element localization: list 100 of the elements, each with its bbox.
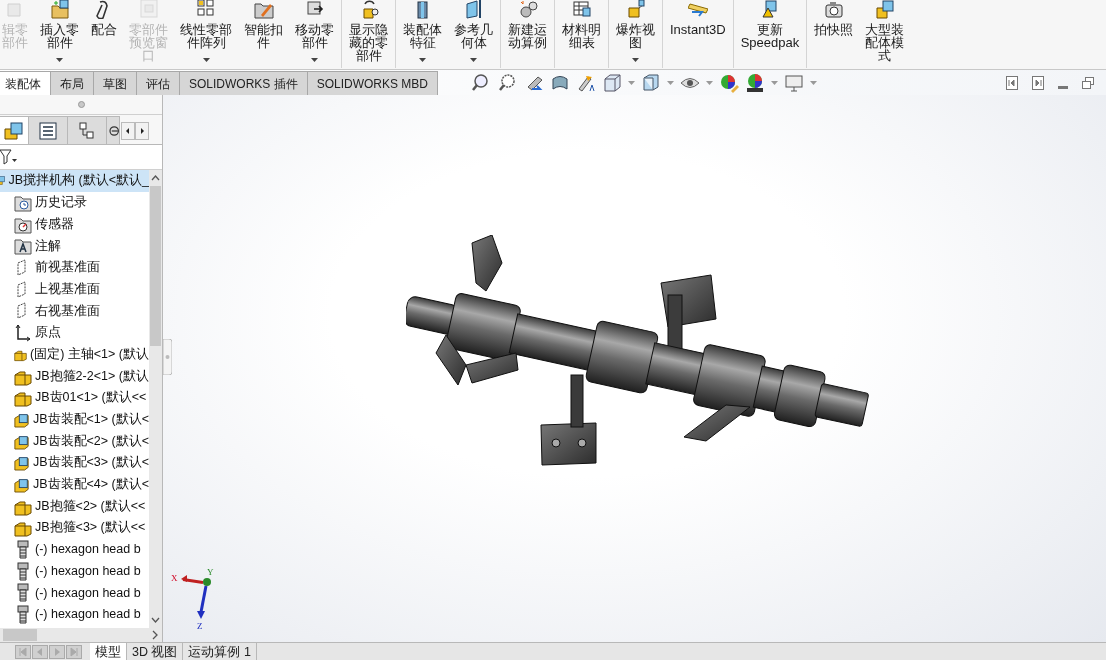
tree-item[interactable]: 传感器 [0, 213, 149, 236]
left-panel-icon[interactable] [1006, 76, 1018, 90]
toolbar-button[interactable]: 参考几 何体 [448, 0, 499, 70]
scroll-right-icon[interactable] [135, 122, 149, 140]
toolbar-button[interactable]: 显示隐 藏的零 部件 [343, 0, 394, 70]
restore-icon[interactable] [1082, 77, 1094, 89]
gears-icon [517, 0, 538, 19]
toolbar-button[interactable]: 装配体 特征 [397, 0, 448, 70]
tree-item[interactable]: (固定) 主轴<1> (默认 [0, 343, 149, 366]
command-tab[interactable]: SOLIDWORKS MBD [306, 71, 439, 95]
view-orientation-icon[interactable] [602, 73, 623, 93]
tree-item[interactable]: JB齿装配<4> (默认< [0, 473, 149, 496]
tree-label: (-) hexagon head b [35, 584, 141, 602]
tree-label: JB抱箍2-2<1> (默认 [35, 367, 149, 385]
command-tab[interactable]: SOLIDWORKS 插件 [179, 71, 308, 95]
tree-label: JB抱箍<3> (默认<< [35, 519, 146, 537]
tree-item[interactable]: (-) hexagon head b [0, 538, 149, 561]
tree-label: 历史记录 [35, 194, 87, 212]
toolbar-button[interactable]: 爆炸视 图 [610, 0, 661, 70]
tree-label: (固定) 主轴<1> (默认 [30, 345, 149, 363]
property-list-icon[interactable] [38, 120, 58, 141]
scrollbar-thumb[interactable] [3, 629, 37, 641]
toolbar-button[interactable]: 智能扣 件 [238, 0, 289, 70]
horizontal-scrollbar[interactable] [0, 628, 162, 642]
toolbar-button[interactable]: 插入零 部件 [34, 0, 85, 70]
tree-item[interactable]: (-) hexagon head b [0, 560, 149, 583]
bolt-icon [14, 561, 32, 581]
folder-icon [49, 0, 70, 19]
caret-icon[interactable] [202, 58, 210, 62]
configuration-icon[interactable] [77, 120, 97, 141]
vertical-scrollbar[interactable] [149, 170, 162, 628]
bolt-icon [14, 583, 32, 603]
bolt-icon [14, 605, 32, 625]
exploded-view-icon [625, 0, 646, 19]
tree-item[interactable]: JB齿装配<3> (默认< [0, 451, 149, 474]
tree-label: JB齿装配<3> (默认< [32, 454, 149, 472]
display-style-icon[interactable] [641, 73, 662, 93]
tree-label: JB齿装配<4> (默认< [32, 476, 149, 494]
scene-icon[interactable] [745, 73, 766, 93]
caret-icon[interactable] [632, 58, 639, 62]
tree-item[interactable]: (-) hexagon head b [0, 582, 149, 604]
tree-item[interactable]: 右视基准面 [0, 300, 149, 322]
tree-label: 传感器 [35, 215, 74, 233]
command-tab[interactable]: 草图 [93, 71, 137, 95]
tree-label: (-) hexagon head b [35, 606, 141, 624]
caret-icon[interactable] [56, 58, 63, 62]
scrollbar-thumb[interactable] [150, 186, 161, 346]
scroll-left-icon[interactable] [121, 122, 135, 140]
assembly-tree-icon[interactable] [4, 120, 24, 141]
toolbar-button[interactable]: 拍快照 [808, 0, 860, 70]
toolbar-button[interactable]: 配合 [85, 0, 123, 70]
tree-item[interactable]: JB齿装配<2> (默认< [0, 430, 149, 452]
tree-item[interactable]: 上视基准面 [0, 278, 149, 301]
section-view-icon[interactable] [550, 73, 571, 93]
toolbar-button[interactable]: 移动零 部件 [289, 0, 340, 70]
tree-item[interactable]: JB齿01<1> (默认<< [0, 386, 149, 409]
annotation-view-icon[interactable] [576, 73, 597, 93]
right-panel-icon[interactable] [1032, 76, 1044, 90]
toolbar-button[interactable]: 新建运 动算例 [502, 0, 553, 70]
tree-label: (-) hexagon head b [35, 562, 141, 580]
caret-icon[interactable] [470, 58, 477, 62]
toolbar-button[interactable]: 材料明 细表 [556, 0, 607, 70]
tree-item[interactable]: JB搅拌机构 (默认<默认_ [0, 170, 149, 192]
panel-grip-icon[interactable] [77, 101, 85, 108]
reference-geometry-icon [463, 0, 484, 19]
toolbar-button[interactable]: 大型装 配体模 式 [859, 0, 911, 70]
tree-item[interactable]: JB抱箍2-2<1> (默认 [0, 365, 149, 387]
filter-icon[interactable] [0, 149, 18, 165]
caret-icon[interactable] [419, 58, 426, 62]
folder-clock-icon [14, 193, 32, 213]
ruler-arrow-icon [687, 0, 708, 19]
tree-label: JB抱箍<2> (默认<< [35, 497, 146, 515]
warning-cube-icon [759, 0, 780, 19]
toolbar-button[interactable]: Instant3D [664, 0, 732, 70]
collapse-handle-icon[interactable] [163, 339, 172, 375]
tree-item[interactable]: JB抱箍<2> (默认<< [0, 495, 149, 517]
command-tab[interactable]: 布局 [50, 71, 94, 95]
tree-label: JB搅拌机构 (默认<默认_ [8, 172, 149, 190]
tree-item[interactable]: 历史记录 [0, 191, 149, 214]
axis-label: Y [207, 569, 214, 577]
tree-item[interactable]: 原点 [0, 321, 149, 344]
caret-icon[interactable] [311, 58, 318, 62]
axis-label: X [171, 573, 178, 583]
tree-item[interactable]: (-) hexagon head b [0, 603, 149, 626]
tree-label: JB齿01<1> (默认<< [35, 389, 147, 407]
tree-item[interactable]: 前视基准面 [0, 256, 149, 279]
axis-triad-drawing [181, 575, 211, 619]
toolbar-button[interactable]: 线性零部 件阵列 [174, 0, 238, 70]
large-assembly-icon [874, 0, 895, 19]
tree-item[interactable]: JB抱箍<3> (默认<< [0, 517, 149, 539]
view-tab[interactable]: 模型 [90, 643, 127, 660]
command-tab[interactable]: 评估 [136, 71, 180, 95]
toolbar-button[interactable]: 更新 Speedpak [734, 0, 806, 70]
folder-letter-icon [14, 236, 32, 256]
tree-label: JB齿装配<1> (默认< [32, 411, 149, 429]
tree-label: 注解 [35, 237, 61, 255]
tree-item[interactable]: 注解 [0, 235, 149, 257]
tree-label: 上视基准面 [35, 280, 100, 298]
tree-item[interactable]: JB齿装配<1> (默认< [0, 408, 149, 431]
appearance-icon[interactable] [719, 73, 740, 93]
